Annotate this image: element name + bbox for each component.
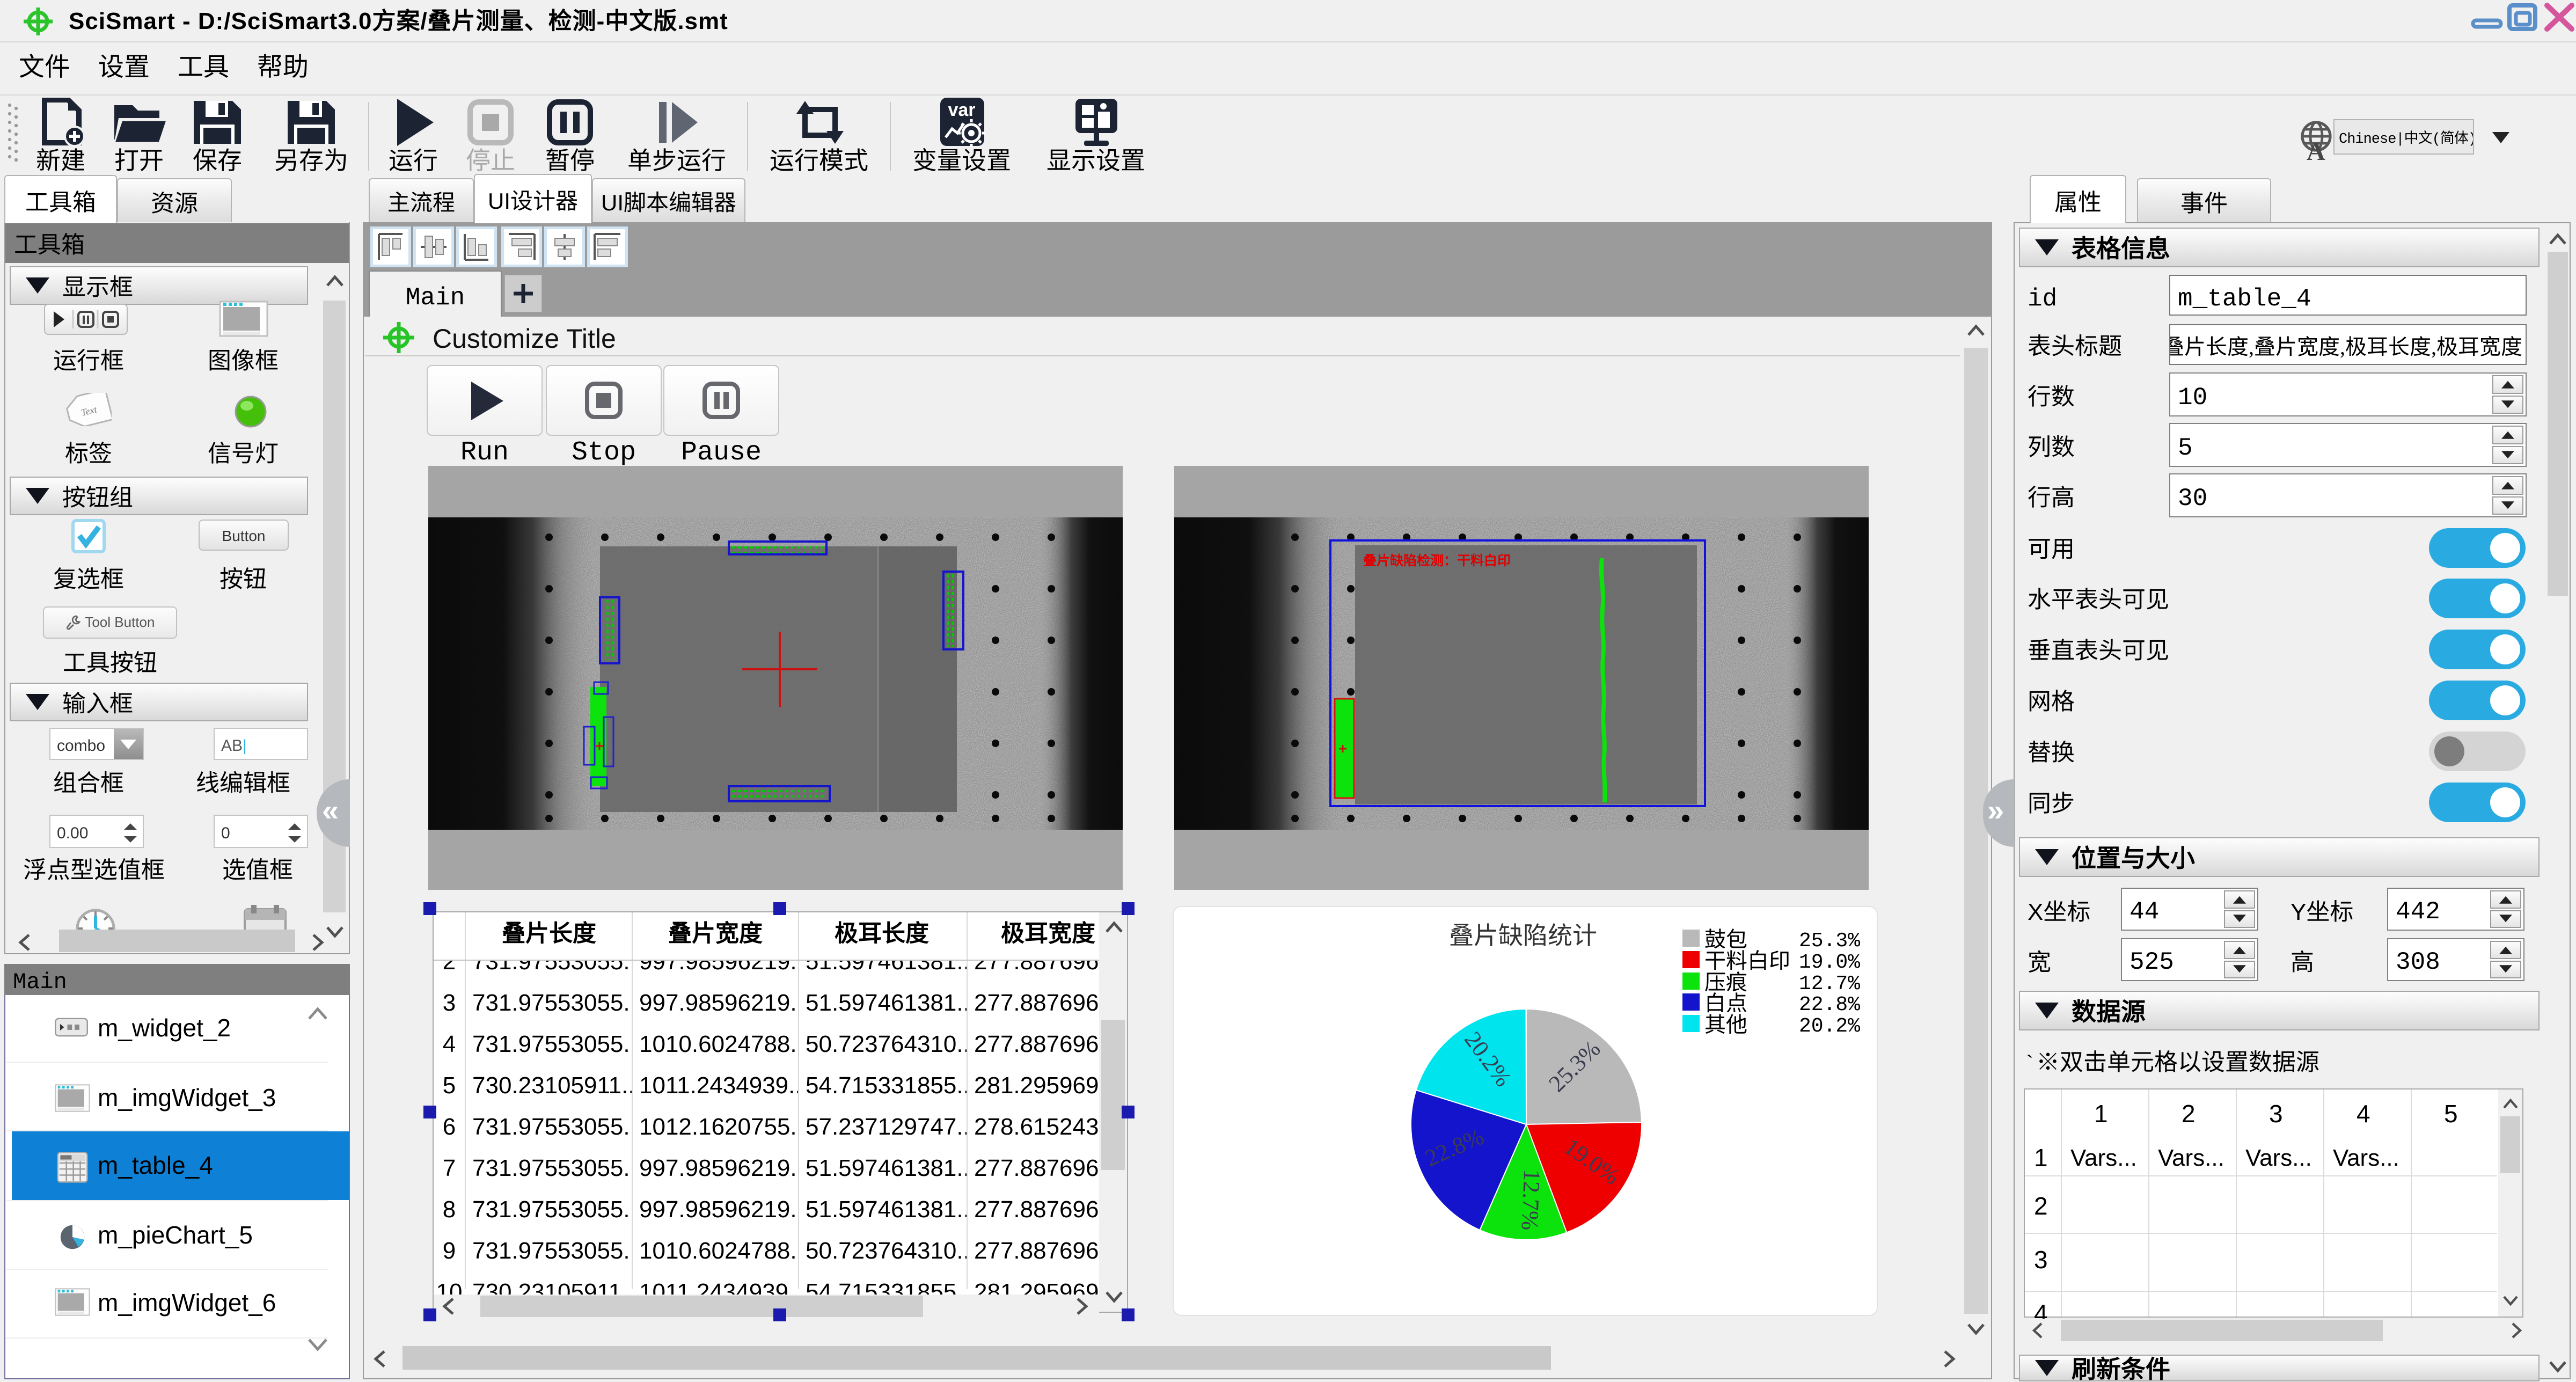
- svg-text:A: A: [2307, 137, 2325, 162]
- svg-text:叠片缺陷检测：干料白印: 叠片缺陷检测：干料白印: [1363, 550, 1511, 569]
- svg-text:var: var: [948, 100, 975, 120]
- svg-text:12.7%: 12.7%: [1517, 1169, 1546, 1231]
